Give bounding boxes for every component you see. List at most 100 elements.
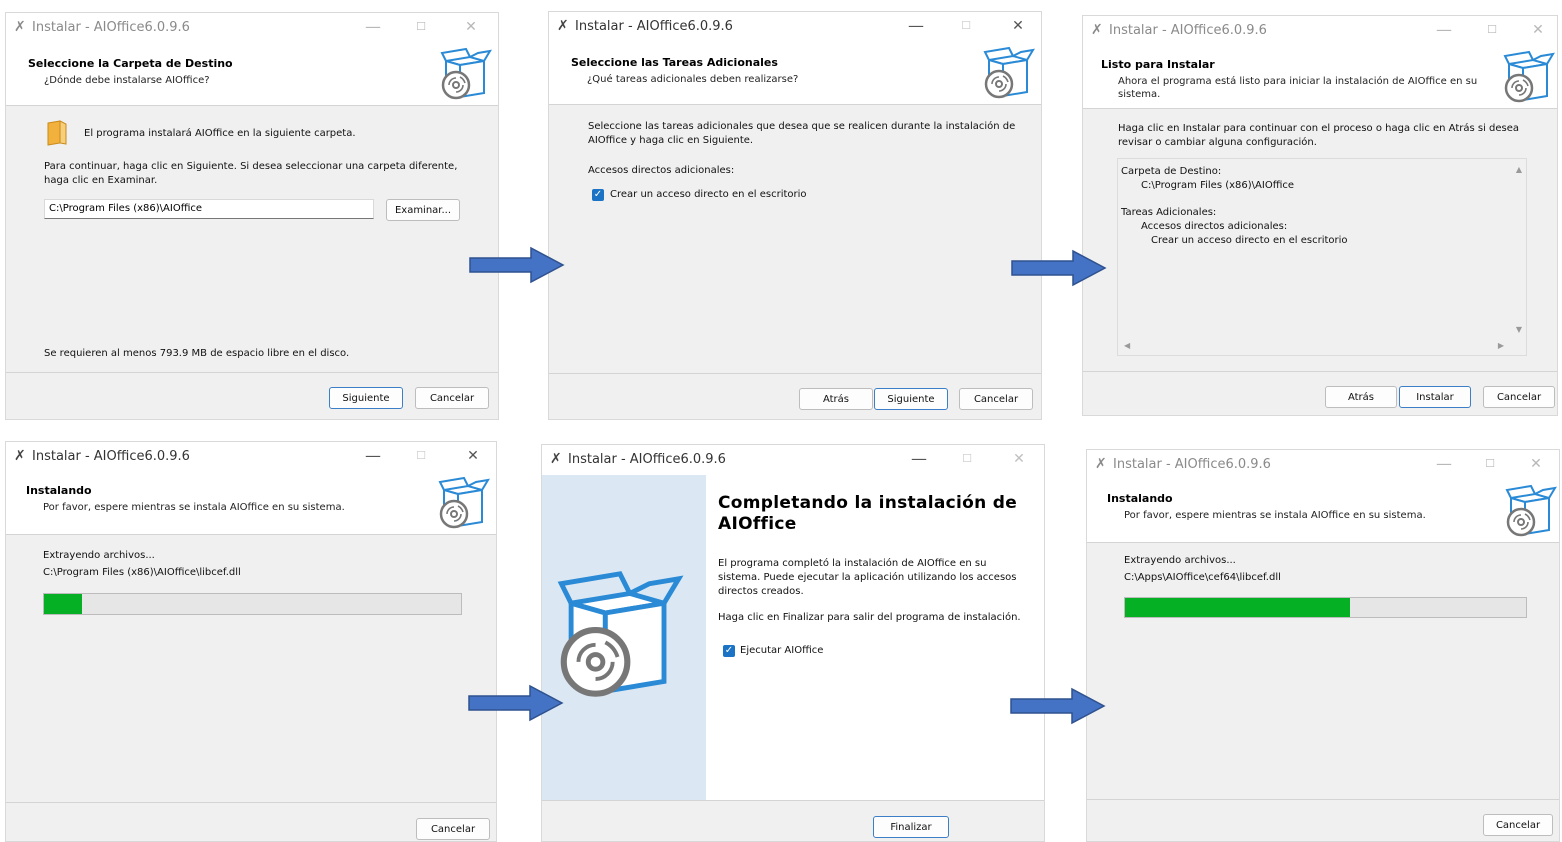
close-button[interactable]: ✕ — [1005, 15, 1031, 37]
installer-window-destination: ✗ Instalar - AIOffice6.0.9.6 — ☐ ✕ Selec… — [5, 12, 499, 420]
close-button[interactable]: ✕ — [1006, 448, 1032, 470]
finish-heading-line-1: Completando la instalación de — [718, 493, 1018, 513]
scroll-down-arrow-icon[interactable]: ▼ — [1516, 325, 1522, 334]
summary-line: Crear un acceso directo en el escritorio — [1151, 235, 1348, 246]
install-button[interactable]: Instalar — [1399, 386, 1471, 408]
minimize-button[interactable]: — — [1431, 453, 1457, 475]
window-title: Instalar - AIOffice6.0.9.6 — [32, 20, 190, 35]
minimize-button[interactable]: — — [903, 15, 929, 37]
wizard-header: Seleccione las Tareas Adicionales ¿Qué t… — [549, 42, 1041, 105]
flow-arrow-right-icon — [468, 246, 566, 284]
installer-window-installing: ✗ Instalar - AIOffice6.0.9.6 — ☐ ✕ Insta… — [5, 441, 497, 842]
cancel-button[interactable]: Cancelar — [1483, 814, 1553, 836]
current-file-text: C:\Apps\AIOffice\cef64\libcef.dll — [1124, 572, 1281, 583]
cancel-button[interactable]: Cancelar — [415, 387, 489, 409]
close-button[interactable]: ✕ — [460, 445, 486, 467]
scroll-up-arrow-icon[interactable]: ▲ — [1516, 165, 1522, 174]
finish-heading-line-2: AIOffice — [718, 514, 797, 534]
wizard-header: Instalando Por favor, espere mientras se… — [6, 472, 496, 535]
summary-line: Carpeta de Destino: — [1121, 166, 1222, 177]
finish-button[interactable]: Finalizar — [873, 816, 949, 838]
close-button[interactable]: ✕ — [1523, 453, 1549, 475]
header-title: Seleccione las Tareas Adicionales — [571, 56, 778, 69]
intro-line-2: AIOffice y haga clic en Siguiente. — [588, 135, 754, 146]
footer-bar — [542, 800, 1044, 841]
maximize-button[interactable]: ☐ — [953, 15, 979, 37]
run-app-label[interactable]: Ejecutar AIOffice — [740, 644, 823, 658]
wizard-header: Instalando Por favor, espere mientras se… — [1087, 480, 1559, 543]
minimize-button[interactable]: — — [360, 445, 386, 467]
next-button[interactable]: Siguiente — [329, 387, 403, 409]
app-icon: ✗ — [550, 451, 562, 467]
status-text: Extrayendo archivos... — [43, 550, 155, 561]
window-title: Instalar - AIOffice6.0.9.6 — [575, 19, 733, 34]
title-bar: ✗ Instalar - AIOffice6.0.9.6 — ☐ ✕ — [1083, 16, 1557, 46]
maximize-button[interactable]: ☐ — [408, 16, 434, 38]
status-text: Extrayendo archivos... — [1124, 555, 1236, 566]
current-file-text: C:\Program Files (x86)\AIOffice\libcef.d… — [43, 567, 241, 578]
summary-line: Tareas Adicionales: — [1121, 207, 1217, 218]
desktop-shortcut-label[interactable]: Crear un acceso directo en el escritorio — [610, 188, 807, 202]
close-button[interactable]: ✕ — [458, 16, 484, 38]
browse-button[interactable]: Examinar... — [386, 199, 460, 221]
back-button[interactable]: Atrás — [1325, 386, 1397, 408]
installer-window-tasks: ✗ Instalar - AIOffice6.0.9.6 — ☐ ✕ Selec… — [548, 11, 1042, 420]
title-bar: ✗ Instalar - AIOffice6.0.9.6 — ☐ ✕ — [549, 12, 1041, 42]
destination-path-input[interactable]: C:\Program Files (x86)\AIOffice — [44, 199, 374, 219]
app-icon: ✗ — [557, 18, 569, 34]
instructions-line-2: haga clic en Examinar. — [44, 175, 158, 186]
cancel-button[interactable]: Cancelar — [1483, 386, 1555, 408]
installer-window-installing-2: ✗ Instalar - AIOffice6.0.9.6 — ☐ ✕ Insta… — [1086, 449, 1560, 842]
close-button[interactable]: ✕ — [1525, 19, 1551, 41]
wizard-header: Listo para Instalar Ahora el programa es… — [1083, 46, 1557, 109]
flow-arrow-right-icon — [467, 684, 565, 722]
install-progress-bar — [43, 593, 462, 615]
finish-text-line-3: directos creados. — [718, 586, 804, 597]
flow-arrow-right-icon — [1010, 249, 1108, 287]
app-icon: ✗ — [14, 19, 26, 35]
finish-text-line-2: sistema. Puede ejecutar la aplicación ut… — [718, 572, 1017, 583]
footer-divider — [1087, 799, 1559, 800]
next-button[interactable]: Siguiente — [874, 388, 948, 410]
cancel-button[interactable]: Cancelar — [416, 818, 490, 840]
title-bar: ✗ Instalar - AIOffice6.0.9.6 — ☐ ✕ — [1087, 450, 1559, 480]
header-title: Instalando — [26, 484, 92, 497]
header-title: Instalando — [1107, 492, 1173, 505]
shortcuts-group-label: Accesos directos adicionales: — [588, 165, 735, 176]
window-title: Instalar - AIOffice6.0.9.6 — [1113, 457, 1271, 472]
wizard-side-panel — [542, 475, 706, 800]
run-app-checkbox[interactable]: ✓ — [723, 645, 735, 657]
instructions-line-1: Para continuar, haga clic en Siguiente. … — [44, 161, 458, 172]
back-button[interactable]: Atrás — [799, 388, 873, 410]
maximize-button[interactable]: ☐ — [954, 448, 980, 470]
header-subtitle: ¿Qué tareas adicionales deben realizarse… — [587, 74, 799, 85]
minimize-button[interactable]: — — [360, 16, 386, 38]
maximize-button[interactable]: ☐ — [1479, 19, 1505, 41]
disk-space-text: Se requieren al menos 793.9 MB de espaci… — [44, 348, 350, 359]
software-box-large-icon — [556, 569, 684, 701]
intro-line-2: revisar o cambiar alguna configuración. — [1118, 137, 1317, 148]
footer-divider — [6, 372, 498, 373]
cancel-button[interactable]: Cancelar — [959, 388, 1033, 410]
maximize-button[interactable]: ☐ — [1477, 453, 1503, 475]
progress-fill — [1125, 598, 1350, 617]
footer-divider — [1083, 371, 1557, 372]
installer-window-ready: ✗ Instalar - AIOffice6.0.9.6 — ☐ ✕ Listo… — [1082, 15, 1558, 416]
install-progress-bar — [1124, 597, 1527, 618]
summary-line: C:\Program Files (x86)\AIOffice — [1141, 180, 1295, 191]
title-bar: ✗ Instalar - AIOffice6.0.9.6 — ☐ ✕ — [542, 445, 1044, 475]
minimize-button[interactable]: — — [906, 448, 932, 470]
header-subtitle-line-1: Ahora el programa está listo para inicia… — [1118, 76, 1478, 87]
minimize-button[interactable]: — — [1431, 19, 1457, 41]
scroll-left-arrow-icon[interactable]: ◀ — [1124, 341, 1130, 350]
scroll-right-arrow-icon[interactable]: ▶ — [1498, 341, 1504, 350]
summary-memo[interactable]: Carpeta de Destino: C:\Program Files (x8… — [1117, 158, 1527, 356]
header-subtitle-line-2: sistema. — [1118, 89, 1161, 100]
desktop-shortcut-checkbox[interactable]: ✓ — [592, 189, 604, 201]
app-icon: ✗ — [1095, 456, 1107, 472]
title-bar: ✗ Instalar - AIOffice6.0.9.6 — ☐ ✕ — [6, 13, 498, 43]
intro-line-1: Haga clic en Instalar para continuar con… — [1118, 123, 1520, 134]
maximize-button[interactable]: ☐ — [408, 445, 434, 467]
header-subtitle: Por favor, espere mientras se instala AI… — [43, 502, 345, 513]
app-icon: ✗ — [14, 448, 26, 464]
